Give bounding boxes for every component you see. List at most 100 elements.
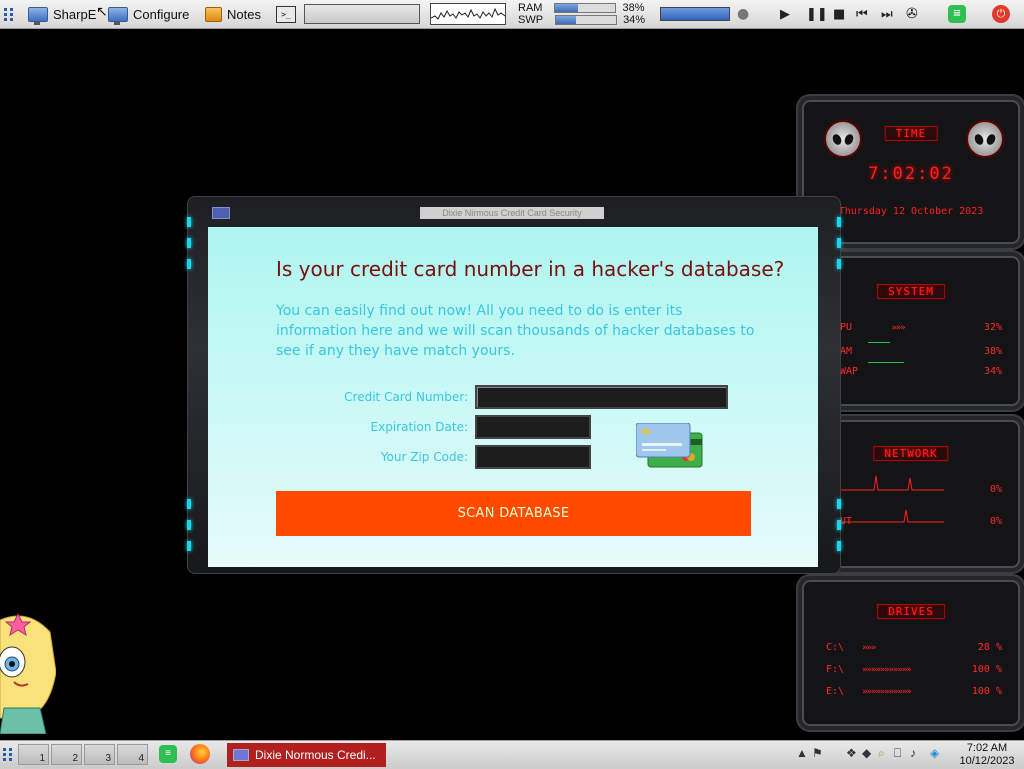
- next-icon[interactable]: ⏭: [881, 0, 893, 28]
- pause-icon[interactable]: ❚❚: [806, 0, 828, 28]
- chat-app-icon: ≡: [948, 5, 966, 23]
- drive-label: C:\: [826, 642, 845, 653]
- tray-expand-icon[interactable]: ▲: [796, 746, 808, 760]
- taskbar-window-button[interactable]: Dixie Normous Credi...: [227, 743, 386, 767]
- launcher-notes[interactable]: Notes: [205, 0, 261, 28]
- flag-icon[interactable]: ⚑: [812, 746, 823, 760]
- update-icon[interactable]: ◈: [930, 746, 939, 760]
- firefox-icon[interactable]: [190, 744, 210, 764]
- drive-label: F:\: [826, 664, 845, 675]
- ram-meter: [554, 3, 617, 13]
- computer-icon: [108, 6, 128, 25]
- window-title: Dixie Nirmous Credit Card Security: [420, 207, 604, 219]
- previous-icon[interactable]: ⏮: [856, 0, 868, 28]
- drive-usage-bar: »»»: [862, 642, 876, 653]
- workspace-number: 2: [72, 753, 78, 764]
- network-icon[interactable]: ⎕: [894, 746, 901, 761]
- drives-widget: DRIVES C:\ »»» 28 % F:\ »»»»»»»»»»» 100 …: [796, 574, 1024, 732]
- workspace-number: 4: [138, 753, 144, 764]
- security-icon[interactable]: ❖: [846, 746, 857, 760]
- cpu-graph: [430, 0, 506, 28]
- drive-row-e: E:\ »»»»»»»»»»» 100 %: [826, 686, 1002, 697]
- window-led-strip: [187, 217, 191, 269]
- system-row-value: 32%: [983, 322, 1002, 333]
- memory-monitor: RAM 38% SWP 34%: [518, 0, 645, 28]
- menu-grid-icon[interactable]: [4, 0, 14, 28]
- stop-icon[interactable]: ■: [833, 0, 845, 28]
- alien-head-icon: [824, 120, 862, 158]
- clock-date: 10/12/2023: [959, 755, 1015, 767]
- power-button[interactable]: ⏻: [992, 0, 1010, 28]
- cc-number-input[interactable]: [475, 385, 728, 409]
- drop-icon[interactable]: ◆: [862, 746, 871, 760]
- drive-value: 100 %: [971, 686, 1002, 697]
- workspace-number: 3: [105, 753, 111, 764]
- network-row-in: IN 0%: [834, 484, 1002, 495]
- ram-label: RAM: [518, 2, 543, 14]
- drives-widget-title: DRIVES: [877, 604, 945, 619]
- swap-sparkline: [868, 362, 904, 363]
- taskbar-window-label: Dixie Normous Credi...: [255, 748, 376, 762]
- expiration-input[interactable]: [475, 415, 591, 439]
- chat-app-launcher[interactable]: ≡: [159, 745, 177, 763]
- chat-app-button[interactable]: ≡: [948, 0, 966, 28]
- launcher-configure[interactable]: Configure: [108, 0, 189, 28]
- system-row-cpu: CPU »»» 32%: [834, 322, 1002, 333]
- workspace-2[interactable]: 2: [51, 744, 82, 765]
- workspace-1[interactable]: 1: [18, 744, 49, 765]
- cc-number-label: Credit Card Number:: [344, 390, 468, 404]
- drive-row-c: C:\ »»» 28 %: [826, 642, 1002, 653]
- intro-text: You can easily find out now! All you nee…: [276, 303, 755, 359]
- computer-icon: [28, 6, 48, 25]
- terminal-icon: >_: [276, 5, 296, 23]
- alien-head-icon: [966, 120, 1004, 158]
- system-row-value: 34%: [983, 366, 1002, 377]
- ram-value: 38%: [622, 2, 645, 14]
- terminal-button[interactable]: >_: [276, 0, 296, 28]
- network-widget-title: NETWORK: [873, 446, 949, 461]
- drive-row-f: F:\ »»»»»»»»»»» 100 %: [826, 664, 1002, 675]
- chat-app-icon: ≡: [159, 745, 177, 763]
- notes-icon: [205, 6, 222, 22]
- drive-value: 100 %: [971, 664, 1002, 675]
- swp-label: SWP: [518, 14, 544, 26]
- zip-code-label: Your Zip Code:: [380, 450, 468, 464]
- start-menu-icon[interactable]: [3, 748, 13, 761]
- play-icon[interactable]: ▶: [780, 0, 790, 28]
- window-led-strip: [837, 217, 841, 269]
- credit-card-security-window: Dixie Nirmous Credit Card Security Is yo…: [187, 196, 841, 574]
- zip-code-input[interactable]: [475, 445, 591, 469]
- system-row-value: 38%: [983, 346, 1002, 357]
- launcher-sharpe[interactable]: SharpE: [28, 0, 96, 28]
- network-row-value: 0%: [989, 484, 1002, 495]
- workspace-3[interactable]: 3: [84, 744, 115, 765]
- power-icon: ⏻: [992, 5, 1010, 23]
- volume-icon[interactable]: ♪: [910, 746, 916, 760]
- task-input-box[interactable]: [304, 0, 420, 28]
- ram-sparkline: [868, 342, 890, 343]
- mouse-cursor-icon: ↖: [96, 4, 108, 20]
- drive-usage-bar: »»»»»»»»»»»: [862, 664, 912, 675]
- top-panel: SharpE ↖ Configure Notes >_ RAM 38% SWP …: [0, 0, 1024, 29]
- taskbar: 1 2 3 4 ≡ Dixie Normous Credi... ▲ ⚑ ❖ ◆…: [0, 740, 1024, 769]
- window-content: Is your credit card number in a hacker's…: [208, 227, 818, 567]
- chevron-bar: »»»: [891, 322, 905, 333]
- drive-usage-bar: »»»»»»»»»»»: [862, 686, 912, 697]
- taskbar-clock[interactable]: 7:02 AM 10/12/2023: [956, 742, 1018, 768]
- scan-database-button[interactable]: SCAN DATABASE: [276, 491, 751, 536]
- window-led-strip: [187, 499, 191, 551]
- drive-label: E:\: [826, 686, 845, 697]
- window-app-icon: [233, 749, 249, 761]
- time-widget-title: TIME: [884, 126, 938, 141]
- launcher-sharpe-label: SharpE: [53, 6, 97, 22]
- workspace-4[interactable]: 4: [117, 744, 148, 765]
- window-app-icon[interactable]: [212, 207, 230, 219]
- search-icon[interactable]: ⌕: [878, 746, 885, 761]
- swp-value: 34%: [623, 14, 646, 26]
- workspace-number: 1: [39, 753, 45, 764]
- cartoon-character-icon: [0, 612, 56, 734]
- volume-meter[interactable]: [660, 0, 730, 28]
- wireless-icon[interactable]: ✇: [906, 0, 918, 28]
- media-player-icon[interactable]: ●: [737, 0, 749, 28]
- network-row-out: OUT 0%: [834, 516, 1002, 527]
